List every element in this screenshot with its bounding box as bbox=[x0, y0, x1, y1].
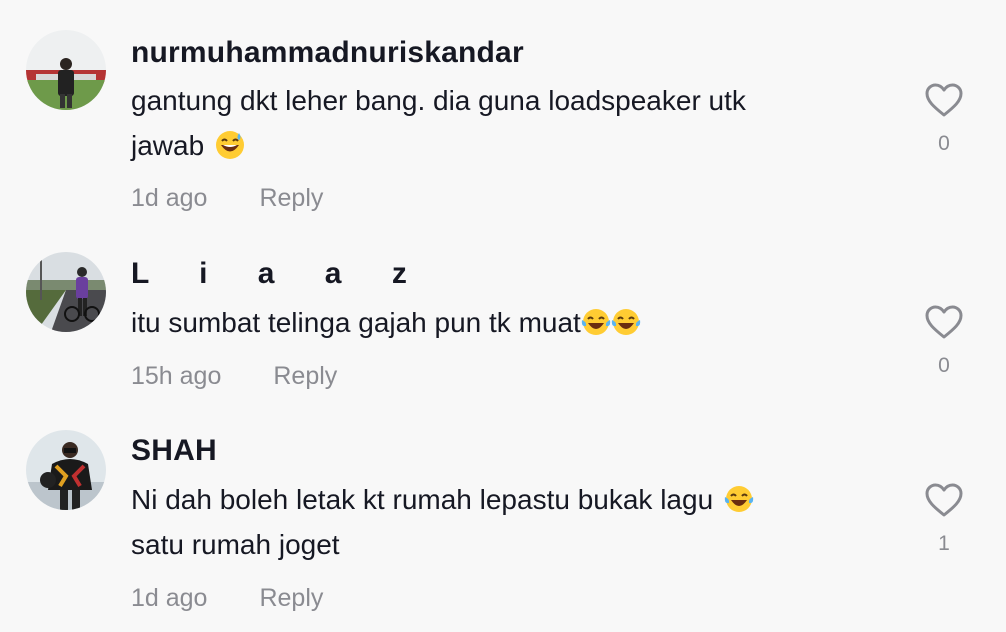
avatar[interactable] bbox=[26, 30, 106, 110]
comment-text: Ni dah boleh letak kt rumah lepastu buka… bbox=[131, 477, 851, 567]
comment-username[interactable]: SHAH bbox=[131, 434, 217, 468]
comment-username[interactable]: nurmuhammadnuriskandar bbox=[131, 36, 524, 70]
comment-text-line: itu sumbat telinga gajah pun tk muat bbox=[131, 307, 581, 338]
like-control: 0 bbox=[920, 82, 968, 156]
comment-text-line-wrap: itu sumbat telinga gajah pun tk muat bbox=[131, 300, 851, 345]
comment-time: 1d ago bbox=[131, 584, 208, 612]
like-control: 0 bbox=[920, 304, 968, 378]
heart-icon[interactable] bbox=[924, 482, 964, 518]
comment-meta: 1d ago Reply bbox=[131, 584, 323, 613]
comment-text-line: Ni dah boleh letak kt rumah lepastu buka… bbox=[131, 484, 714, 515]
comment-time: 15h ago bbox=[131, 362, 222, 390]
avatar[interactable] bbox=[26, 252, 106, 332]
reply-button[interactable]: Reply bbox=[259, 584, 323, 612]
tears-of-joy-emoji bbox=[611, 307, 641, 337]
comment-text-line: jawab bbox=[131, 130, 205, 161]
like-count: 0 bbox=[938, 354, 950, 377]
comment-text-line-wrap: jawab bbox=[131, 123, 851, 168]
comment-text: itu sumbat telinga gajah pun tk muat bbox=[131, 300, 851, 345]
comment-time: 1d ago bbox=[131, 184, 208, 212]
like-count: 1 bbox=[938, 532, 950, 555]
tears-of-joy-emoji bbox=[581, 307, 611, 337]
comment-username[interactable]: L i a a z bbox=[131, 257, 428, 291]
heart-icon[interactable] bbox=[924, 82, 964, 118]
avatar[interactable] bbox=[26, 430, 106, 510]
tears-of-joy-emoji bbox=[724, 484, 754, 514]
reply-button[interactable]: Reply bbox=[259, 184, 323, 212]
like-control: 1 bbox=[920, 482, 968, 556]
heart-icon[interactable] bbox=[924, 304, 964, 340]
grinning-sweat-emoji bbox=[215, 130, 245, 160]
comment-meta: 1d ago Reply bbox=[131, 184, 323, 213]
comment-meta: 15h ago Reply bbox=[131, 362, 337, 391]
comment-text-line-wrap: Ni dah boleh letak kt rumah lepastu buka… bbox=[131, 477, 851, 522]
comment-text: gantung dkt leher bang. dia guna loadspe… bbox=[131, 78, 851, 168]
like-count: 0 bbox=[938, 132, 950, 155]
comment-text-line: satu rumah joget bbox=[131, 529, 340, 560]
comment-text-line: gantung dkt leher bang. dia guna loadspe… bbox=[131, 85, 746, 116]
reply-button[interactable]: Reply bbox=[273, 362, 337, 390]
